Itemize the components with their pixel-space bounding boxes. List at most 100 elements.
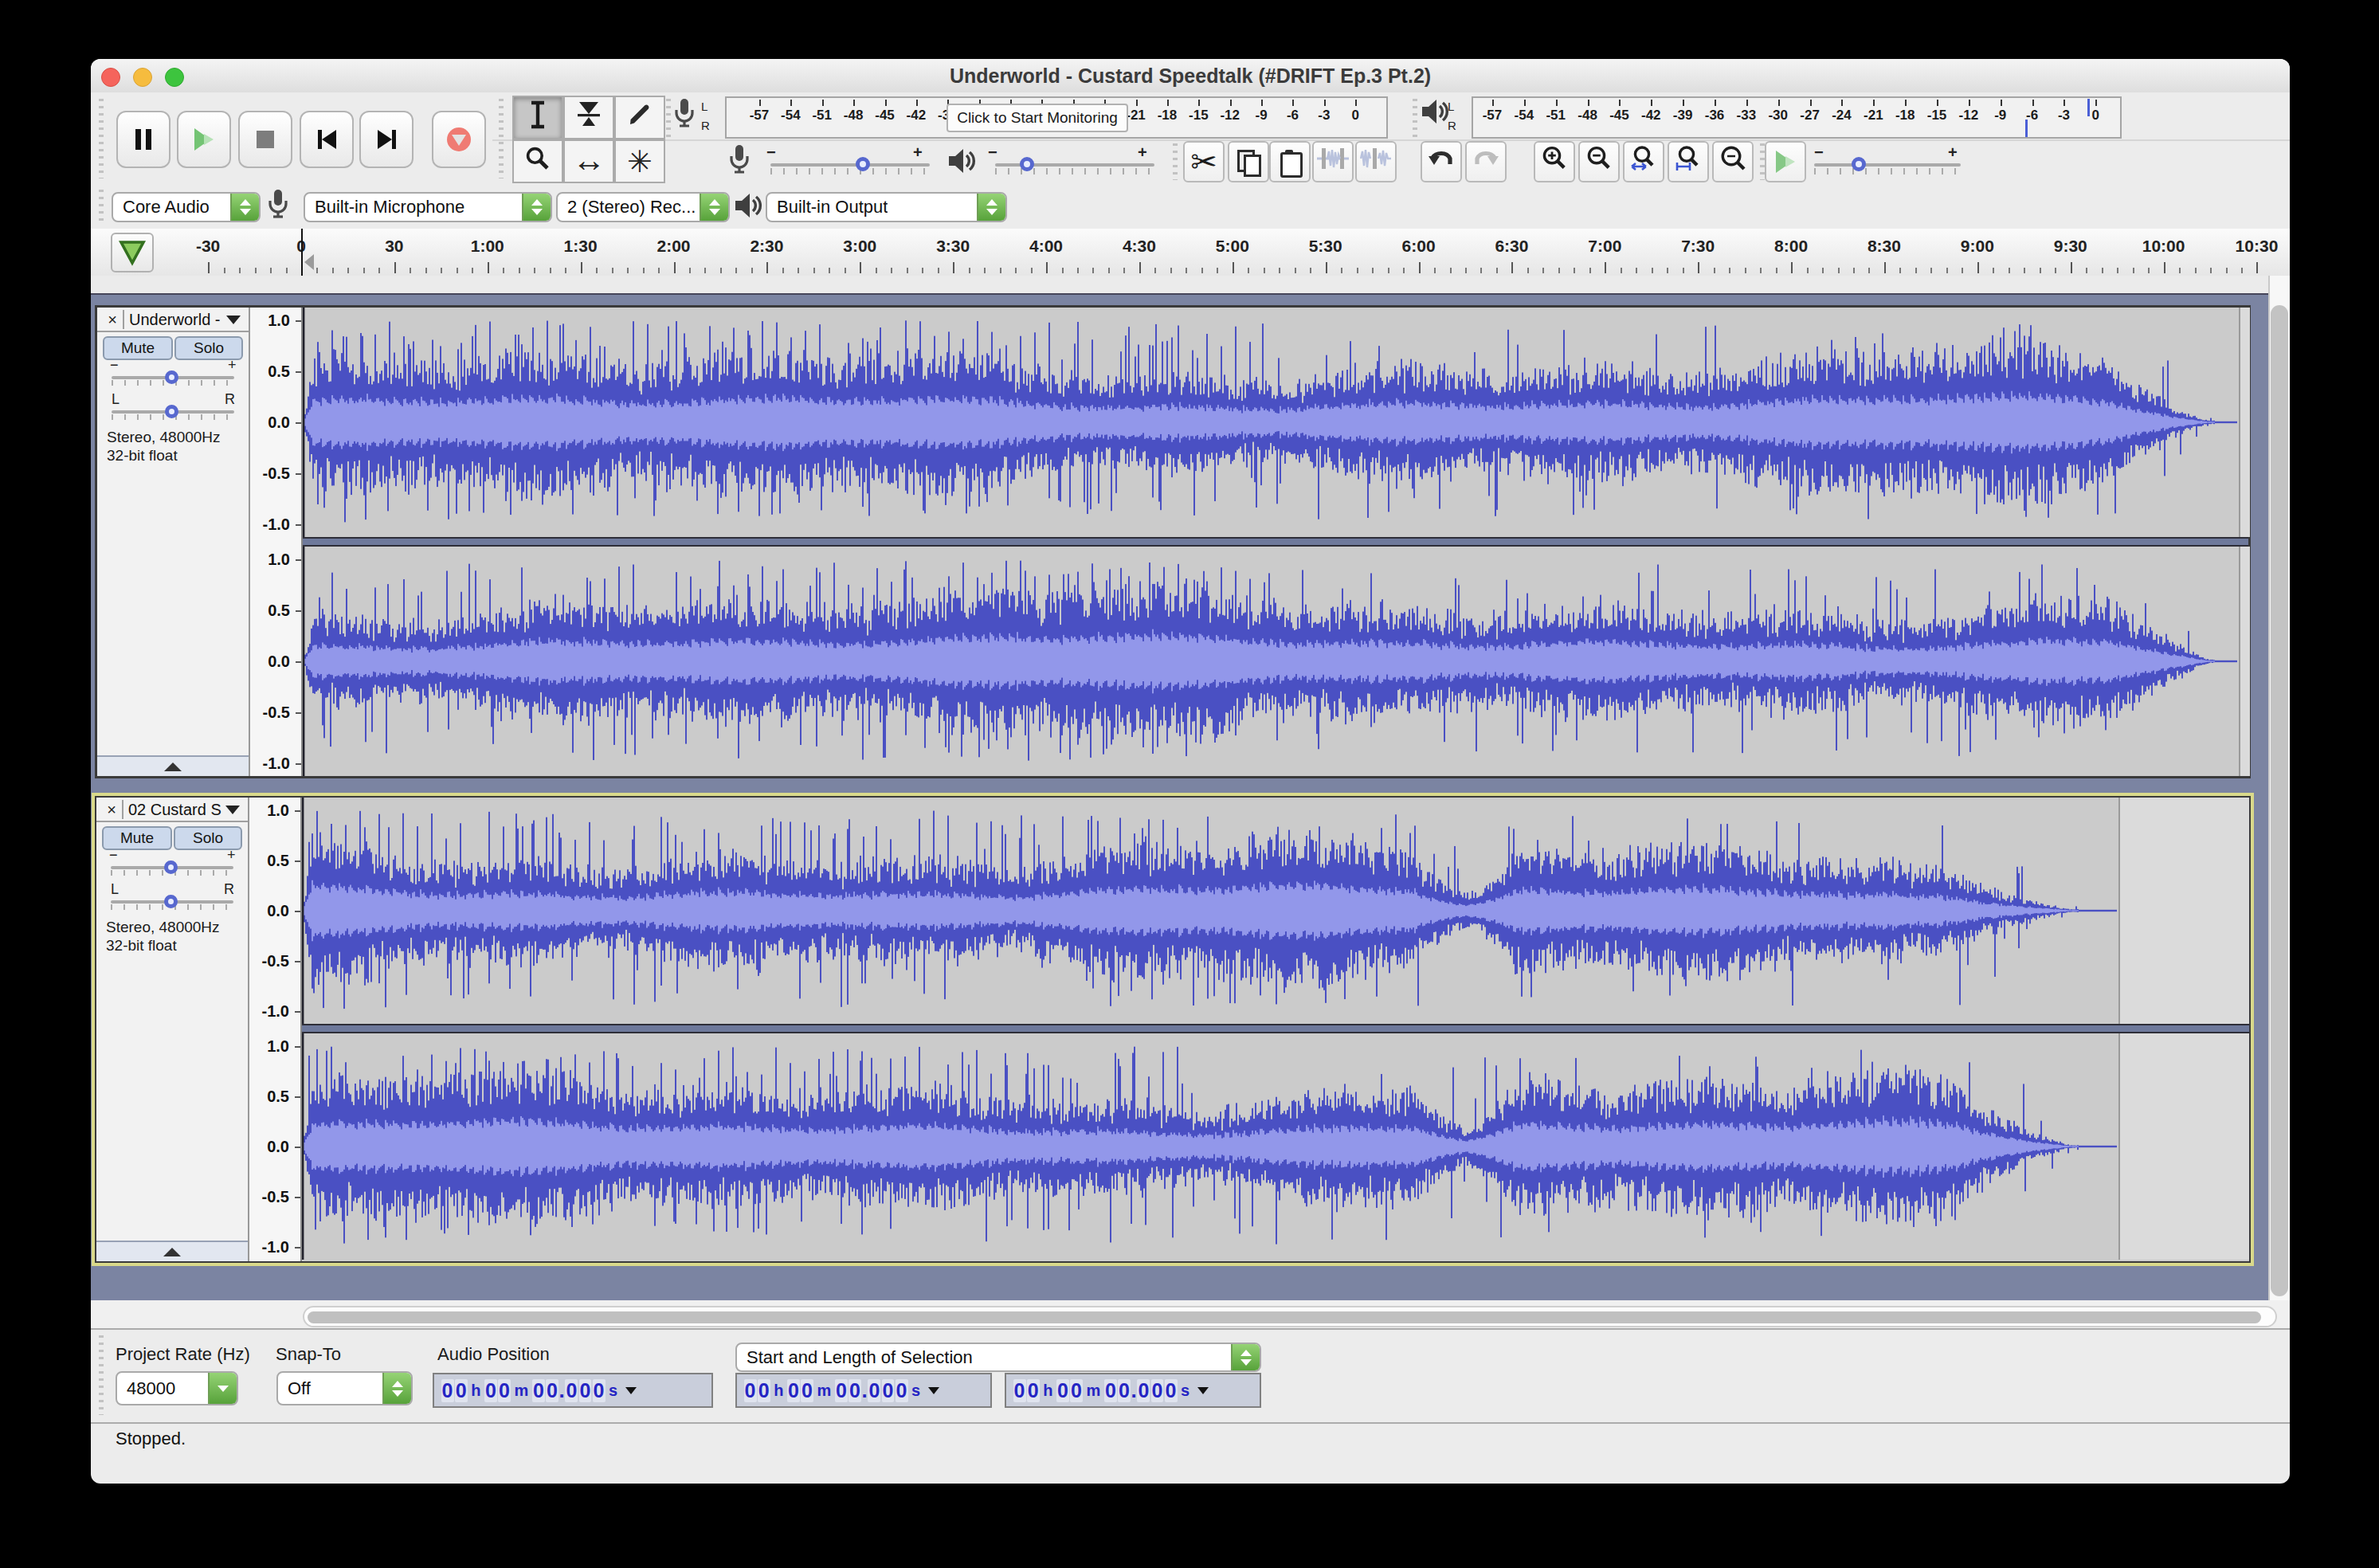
track-2-vertical-ruler[interactable]: 1.00.50.0-0.5-1.01.00.50.0-0.5-1.0 [249, 798, 302, 1261]
selection-mode-combo[interactable]: Start and Length of Selection [735, 1343, 1261, 1372]
track-pan-thumb[interactable] [164, 895, 178, 908]
timeline-ruler[interactable]: -300301:001:302:002:303:003:304:004:305:… [91, 229, 2290, 278]
time-digit[interactable]: 0 [1056, 1379, 1069, 1402]
monitoring-tooltip[interactable]: Click to Start Monitoring [947, 104, 1128, 132]
playback-volume-thumb[interactable] [1020, 157, 1034, 171]
playback-meter-icon[interactable] [1421, 97, 1443, 132]
track-1-channel-1[interactable] [303, 308, 2248, 537]
zoom-fit-button[interactable] [1668, 141, 1709, 182]
track-1-control-panel[interactable]: ×Underworld -MuteSolo−+LRStereo, 48000Hz… [97, 308, 250, 776]
zoom-toggle-button[interactable] [1712, 141, 1754, 182]
zoom-out-button[interactable] [1578, 141, 1620, 182]
trim-button[interactable] [1312, 141, 1354, 182]
time-digit[interactable]: 0 [744, 1379, 757, 1402]
time-digit[interactable]: 0 [787, 1379, 800, 1402]
time-digit[interactable]: 0 [593, 1379, 606, 1402]
time-field-dropdown-arrow[interactable] [1197, 1387, 1209, 1394]
playback-device-combo-stepper[interactable] [977, 194, 1005, 221]
zoom-selection-button[interactable] [1623, 141, 1664, 182]
playback-volume-slider[interactable] [995, 163, 1154, 167]
recording-device-combo-stepper[interactable] [522, 194, 551, 221]
cut-button[interactable]: ✂ [1183, 141, 1225, 182]
track-1-channel-2[interactable] [303, 547, 2248, 776]
track-title[interactable]: 02 Custard S [128, 801, 224, 819]
time-digit[interactable]: 0 [1165, 1379, 1178, 1402]
time-digit[interactable]: 0 [896, 1379, 908, 1402]
time-digit[interactable]: 0 [565, 1379, 578, 1402]
track-collapse-button[interactable] [96, 1241, 248, 1261]
track-gain-thumb[interactable] [164, 860, 178, 874]
record-meter-icon[interactable] [674, 97, 696, 132]
copy-button[interactable] [1228, 141, 1269, 182]
track-pan-thumb[interactable] [165, 405, 178, 418]
track-menu-arrow-icon[interactable] [225, 806, 240, 814]
play-at-speed-button[interactable] [1765, 141, 1806, 182]
envelope-tool-button[interactable] [563, 96, 614, 139]
time-digit[interactable]: 0 [1118, 1379, 1131, 1402]
time-digit[interactable]: 0 [498, 1379, 511, 1402]
time-digit[interactable]: 0 [546, 1379, 558, 1402]
selection-mode-stepper[interactable] [1231, 1344, 1260, 1370]
time-digit[interactable]: 0 [868, 1379, 880, 1402]
track-close-button[interactable]: × [101, 800, 123, 819]
snap-to-stepper[interactable] [382, 1373, 411, 1404]
time-digit[interactable]: 0 [835, 1379, 848, 1402]
time-digit[interactable]: 0 [1151, 1379, 1164, 1402]
project-rate-combo[interactable]: 48000 [116, 1371, 238, 1405]
undo-button[interactable] [1421, 141, 1462, 182]
paste-button[interactable] [1269, 141, 1311, 182]
track-close-button[interactable]: × [102, 310, 124, 329]
time-digit[interactable]: 0 [849, 1379, 861, 1402]
time-digit[interactable]: 0 [882, 1379, 895, 1402]
track-1-vertical-ruler[interactable]: 1.00.50.0-0.5-1.01.00.50.0-0.5-1.0 [250, 308, 303, 776]
redo-button[interactable] [1465, 141, 1507, 182]
recording-channels-combo-stepper[interactable] [700, 194, 728, 221]
time-digit[interactable]: 0 [1027, 1379, 1040, 1402]
time-field-selection-length[interactable]: 00h00m00.000s [1005, 1373, 1261, 1408]
horizontal-scrollbar-thumb[interactable] [308, 1311, 2261, 1323]
time-digit[interactable]: 0 [1104, 1379, 1117, 1402]
rewind-button[interactable] [300, 111, 354, 168]
track-2-waveform-area[interactable] [302, 798, 2249, 1261]
snap-to-combo[interactable]: Off [276, 1371, 413, 1405]
time-field-dropdown-arrow[interactable] [928, 1387, 939, 1394]
pause-button[interactable] [116, 111, 170, 168]
time-digit[interactable]: 0 [1070, 1379, 1083, 1402]
time-digit[interactable]: 0 [532, 1379, 545, 1402]
track-menu-arrow-icon[interactable] [226, 316, 241, 324]
track-2-channel-1[interactable] [302, 798, 2249, 1024]
timeshift-tool-button[interactable]: ↔ [563, 139, 614, 183]
time-field-dropdown-arrow[interactable] [625, 1387, 637, 1394]
zoom-tool-button[interactable] [512, 139, 563, 183]
record-button[interactable] [432, 111, 486, 168]
time-digit[interactable]: 0 [484, 1379, 497, 1402]
time-digit[interactable]: 0 [1013, 1379, 1026, 1402]
track-1-waveform-area[interactable] [303, 308, 2248, 776]
forward-button[interactable] [359, 111, 413, 168]
record-volume-slider[interactable] [770, 163, 930, 167]
time-digit[interactable]: 0 [441, 1379, 454, 1402]
time-digit[interactable]: 0 [801, 1379, 813, 1402]
record-volume-thumb[interactable] [856, 157, 870, 171]
selection-tool-button[interactable] [512, 96, 563, 139]
project-rate-stepper[interactable] [208, 1373, 237, 1404]
multi-tool-button[interactable]: ✳ [614, 139, 665, 183]
stop-button[interactable] [238, 111, 292, 168]
draw-tool-button[interactable] [614, 96, 665, 139]
play-speed-slider[interactable] [1814, 163, 1961, 167]
playback-meter[interactable]: -57-54-51-48-45-42-39-36-33-30-27-24-21-… [1472, 96, 2122, 139]
recording-channels-combo[interactable]: 2 (Stereo) Rec... [556, 192, 730, 222]
audio-host-combo-stepper[interactable] [230, 194, 259, 221]
track-title[interactable]: Underworld - [129, 311, 225, 329]
track-2-channel-2[interactable] [302, 1033, 2249, 1260]
zoom-in-button[interactable] [1534, 141, 1575, 182]
audio-host-combo[interactable]: Core Audio [112, 192, 261, 222]
time-digit[interactable]: 0 [579, 1379, 592, 1402]
track-gain-thumb[interactable] [165, 370, 178, 384]
track-2-control-panel[interactable]: ×02 Custard SMuteSolo−+LRStereo, 48000Hz… [96, 798, 249, 1261]
time-field-audio-position[interactable]: 00h00m00.000s [433, 1373, 713, 1408]
playback-device-combo[interactable]: Built-in Output [766, 192, 1007, 222]
track-collapse-button[interactable] [97, 755, 249, 776]
play-speed-thumb[interactable] [1852, 157, 1866, 171]
vertical-scrollbar-thumb[interactable] [2271, 305, 2288, 1296]
